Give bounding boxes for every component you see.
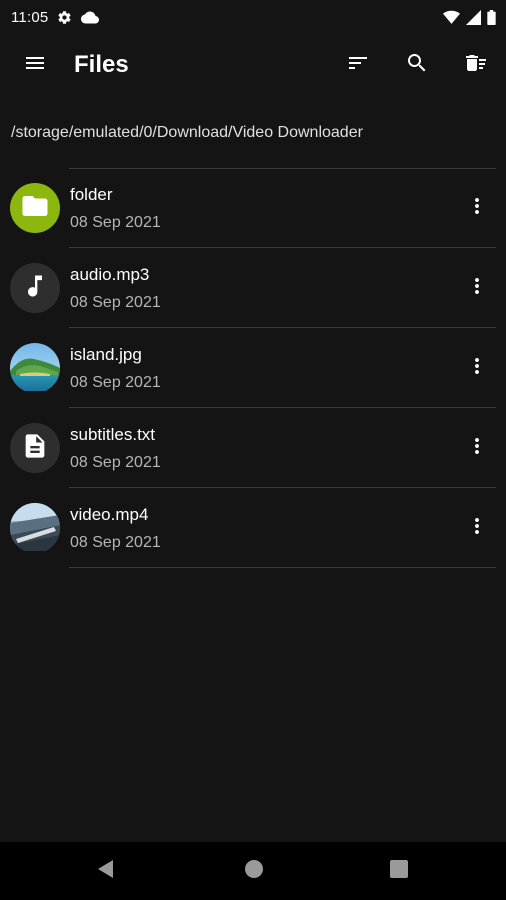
audio-avatar [10, 263, 60, 313]
divider [69, 567, 496, 568]
folder-avatar [10, 183, 60, 233]
status-time: 11:05 [11, 8, 49, 26]
menu-icon [23, 51, 47, 80]
status-bar: 11:05 [0, 0, 506, 34]
more-options-button[interactable] [453, 184, 501, 232]
file-row-image[interactable]: island.jpg 08 Sep 2021 [0, 328, 506, 408]
file-date: 08 Sep 2021 [70, 214, 161, 231]
file-date: 08 Sep 2021 [70, 534, 161, 551]
music-note-icon [21, 272, 49, 305]
file-date: 08 Sep 2021 [70, 374, 161, 391]
more-vert-icon [465, 274, 489, 303]
back-button[interactable] [82, 847, 130, 895]
delete-icon [464, 51, 490, 80]
file-row-text[interactable]: subtitles.txt 08 Sep 2021 [0, 408, 506, 488]
text-avatar [10, 423, 60, 473]
more-vert-icon [465, 434, 489, 463]
cloud-icon [81, 10, 100, 25]
file-row-audio[interactable]: audio.mp3 08 Sep 2021 [0, 248, 506, 328]
battery-icon [487, 9, 496, 25]
more-vert-icon [465, 194, 489, 223]
more-vert-icon [465, 514, 489, 543]
file-date: 08 Sep 2021 [70, 454, 161, 471]
home-button[interactable] [230, 847, 278, 895]
recents-button[interactable] [375, 847, 423, 895]
home-icon [244, 859, 264, 884]
video-thumbnail-image [10, 503, 60, 553]
video-thumbnail [10, 503, 60, 553]
image-thumbnail [10, 343, 60, 393]
sort-button[interactable] [334, 41, 382, 89]
folder-icon [20, 191, 50, 226]
status-left: 11:05 [11, 8, 100, 26]
file-name: audio.mp3 [70, 265, 150, 284]
app-bar: Files [0, 34, 506, 96]
more-vert-icon [465, 354, 489, 383]
screen: 11:05 Files /storage/emulated/0/Download… [0, 0, 506, 900]
signal-icon [466, 9, 481, 25]
file-row-video[interactable]: video.mp4 08 Sep 2021 [0, 488, 506, 568]
settings-icon [57, 10, 72, 25]
app-title: Files [74, 51, 129, 78]
navigation-bar [0, 842, 506, 900]
wifi-icon [443, 10, 460, 25]
file-date: 08 Sep 2021 [70, 294, 161, 311]
more-options-button[interactable] [453, 344, 501, 392]
more-options-button[interactable] [453, 424, 501, 472]
document-icon [21, 432, 49, 465]
menu-button[interactable] [11, 41, 59, 89]
more-options-button[interactable] [453, 264, 501, 312]
sort-icon [346, 51, 370, 80]
status-right [443, 9, 496, 25]
more-options-button[interactable] [453, 504, 501, 552]
file-list: folder 08 Sep 2021 audio.mp3 08 Sep 2021 [0, 168, 506, 568]
current-path: /storage/emulated/0/Download/Video Downl… [11, 124, 363, 141]
search-icon [405, 51, 429, 80]
island-thumbnail [10, 343, 60, 393]
file-name: folder [70, 185, 113, 204]
delete-button[interactable] [453, 41, 501, 89]
file-name: video.mp4 [70, 505, 149, 524]
recents-icon [389, 859, 409, 884]
file-name: island.jpg [70, 345, 142, 364]
file-name: subtitles.txt [70, 425, 156, 444]
file-row-folder[interactable]: folder 08 Sep 2021 [0, 168, 506, 248]
back-icon [96, 859, 116, 884]
search-button[interactable] [393, 41, 441, 89]
